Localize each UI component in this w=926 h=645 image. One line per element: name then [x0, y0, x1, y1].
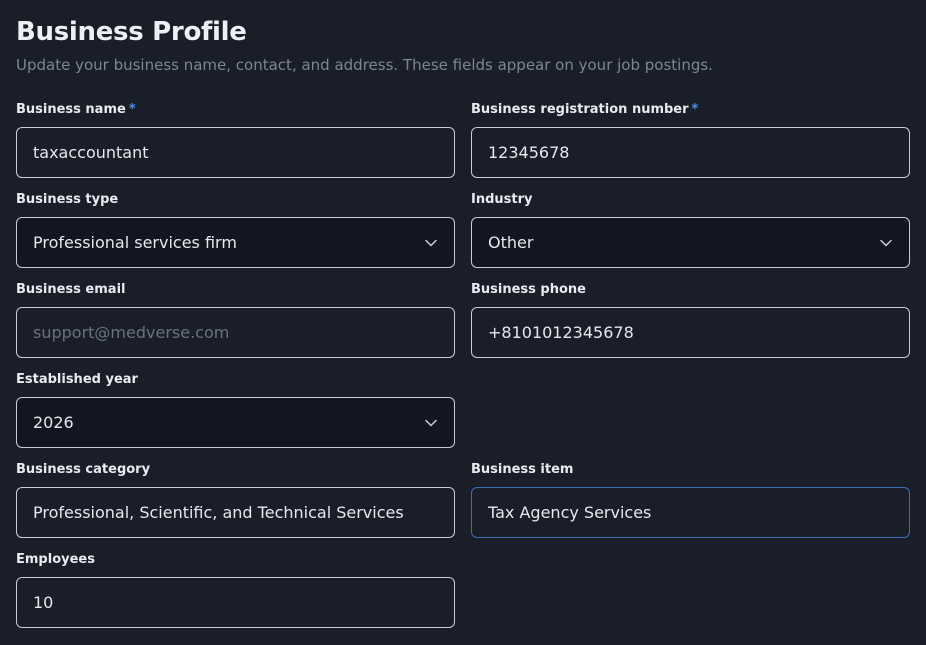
business-name-field-group: Business name * [16, 102, 455, 178]
established-year-field-group: Established year 2026 [16, 372, 455, 448]
chevron-down-icon [424, 236, 438, 250]
business-type-label: Business type [16, 192, 119, 207]
established-year-select[interactable]: 2026 [16, 397, 455, 448]
page-title: Business Profile [16, 17, 247, 47]
business-category-input[interactable] [16, 487, 455, 538]
employees-field-group: Employees [16, 552, 455, 628]
industry-label: Industry [471, 192, 533, 207]
business-name-label: Business name * [16, 102, 136, 117]
business-item-input[interactable] [471, 487, 910, 538]
industry-value: Other [488, 233, 534, 252]
business-profile-page: Business Profile Update your business na… [0, 0, 926, 645]
business-type-field-group: Business type Professional services firm [16, 192, 455, 268]
employees-label: Employees [16, 552, 95, 567]
business-item-label: Business item [471, 462, 574, 477]
employees-input[interactable] [16, 577, 455, 628]
business-item-field-group: Business item [471, 462, 910, 538]
business-name-input[interactable] [16, 127, 455, 178]
business-phone-label: Business phone [471, 282, 586, 297]
page-subtitle: Update your business name, contact, and … [16, 56, 713, 74]
business-phone-input[interactable] [471, 307, 910, 358]
required-mark: * [691, 102, 699, 117]
required-mark: * [128, 102, 136, 117]
business-email-input[interactable] [16, 307, 455, 358]
registration-number-label: Business registration number * [471, 102, 699, 117]
registration-number-field-group: Business registration number * [471, 102, 910, 178]
business-type-value: Professional services firm [33, 233, 237, 252]
established-year-label: Established year [16, 372, 138, 387]
business-email-label: Business email [16, 282, 126, 297]
business-category-field-group: Business category [16, 462, 455, 538]
business-category-label: Business category [16, 462, 151, 477]
established-year-value: 2026 [33, 413, 74, 432]
business-email-field-group: Business email [16, 282, 455, 358]
business-type-select[interactable]: Professional services firm [16, 217, 455, 268]
industry-field-group: Industry Other [471, 192, 910, 268]
industry-select[interactable]: Other [471, 217, 910, 268]
business-profile-form: Business name* Business registration num… [16, 102, 910, 628]
business-phone-field-group: Business phone [471, 282, 910, 358]
registration-number-input[interactable] [471, 127, 910, 178]
chevron-down-icon [424, 416, 438, 430]
chevron-down-icon [879, 236, 893, 250]
